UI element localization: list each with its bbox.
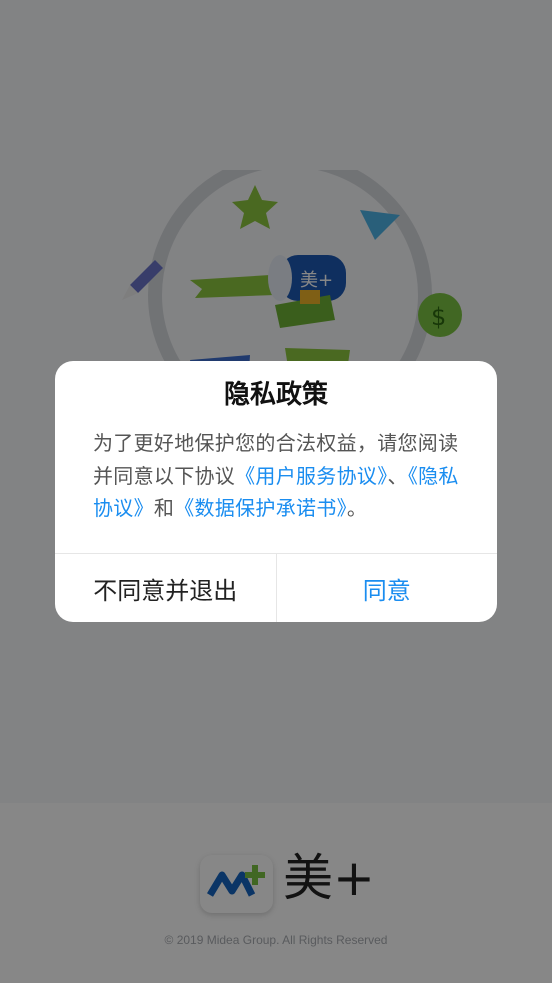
agree-button[interactable]: 同意 <box>277 554 498 622</box>
dialog-title: 隐私政策 <box>223 380 328 410</box>
privacy-policy-dialog: 隐私政策 为了更好地保护您的合法权益，请您阅读并同意以下协议《用户服务协议》、《… <box>55 361 497 622</box>
app-screen: 美+ $ 美+ © 2019 Midea Group. All Rights R… <box>0 0 552 983</box>
data-protection-link[interactable]: 《数据保护承诺书》 <box>174 496 347 520</box>
separator-period: 。 <box>346 496 368 520</box>
separator-and: 和 <box>153 496 175 520</box>
user-agreement-link[interactable]: 《用户服务协议》 <box>235 464 387 488</box>
dialog-message: 为了更好地保护您的合法权益，请您阅读并同意以下协议《用户服务协议》、《隐私协议》… <box>93 427 463 525</box>
dialog-actions: 不同意并退出 同意 <box>55 553 497 622</box>
separator-comma: 、 <box>387 463 408 488</box>
decline-and-exit-button[interactable]: 不同意并退出 <box>55 554 277 622</box>
